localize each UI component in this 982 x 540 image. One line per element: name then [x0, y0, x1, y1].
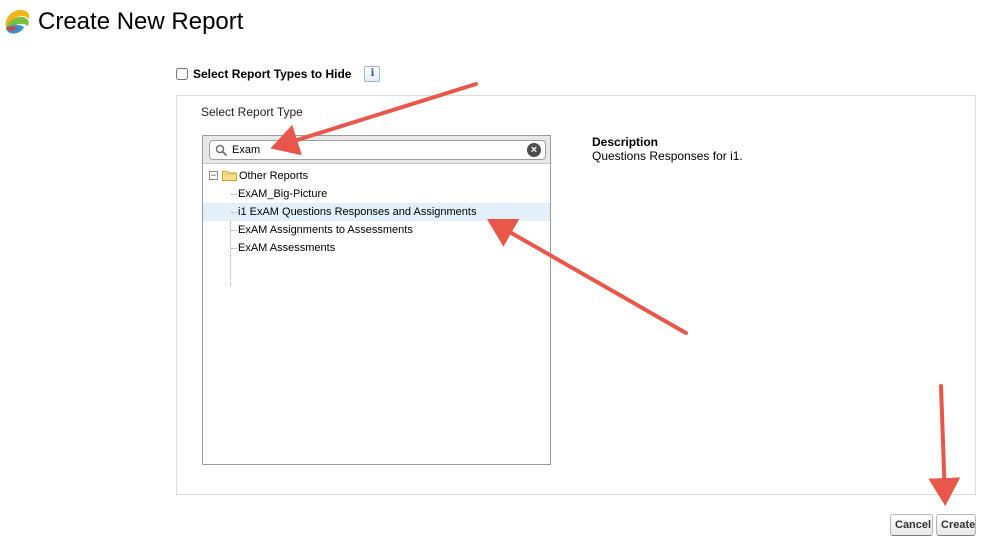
cancel-button[interactable]: Cancel	[890, 514, 933, 536]
search-bar: ×	[203, 136, 550, 164]
info-icon[interactable]: i	[364, 66, 381, 82]
select-report-type-label: Select Report Type	[201, 105, 303, 119]
collapse-icon[interactable]: −	[209, 171, 218, 180]
description-text: Questions Responses for i1.	[592, 149, 743, 163]
tree-item[interactable]: ExAM_Big-Picture	[203, 185, 550, 203]
tree-item[interactable]: ExAM Assignments to Assessments	[203, 221, 550, 239]
app-logo	[5, 9, 30, 34]
folder-label: Other Reports	[239, 170, 309, 182]
tree-item-label: ExAM_Big-Picture	[238, 188, 328, 200]
search-icon	[215, 144, 227, 156]
tree-item-label: ExAM Assignments to Assessments	[238, 224, 413, 236]
search-input[interactable]	[232, 142, 522, 158]
hide-report-types-label[interactable]: Select Report Types to Hide	[193, 67, 351, 81]
folder-icon	[222, 171, 237, 181]
clear-search-icon[interactable]: ×	[527, 143, 541, 157]
create-button[interactable]: Create	[936, 514, 976, 536]
page-title: Create New Report	[38, 8, 244, 35]
tree-item-selected[interactable]: i1 ExAM Questions Responses and Assignme…	[203, 203, 550, 221]
search-field[interactable]: ×	[209, 140, 546, 160]
tree-item-label: i1 ExAM Questions Responses and Assignme…	[238, 206, 477, 218]
report-type-tree-box: × − Other Reports ExAM_Big-Picture i1 Ex…	[202, 135, 551, 465]
hide-report-types-row: Select Report Types to Hide i	[176, 66, 381, 82]
tree-item-label: ExAM Assessments	[238, 242, 336, 254]
description-title: Description	[592, 135, 659, 149]
tree-item[interactable]: ExAM Assessments	[203, 239, 550, 257]
hide-report-types-checkbox[interactable]	[176, 68, 188, 80]
